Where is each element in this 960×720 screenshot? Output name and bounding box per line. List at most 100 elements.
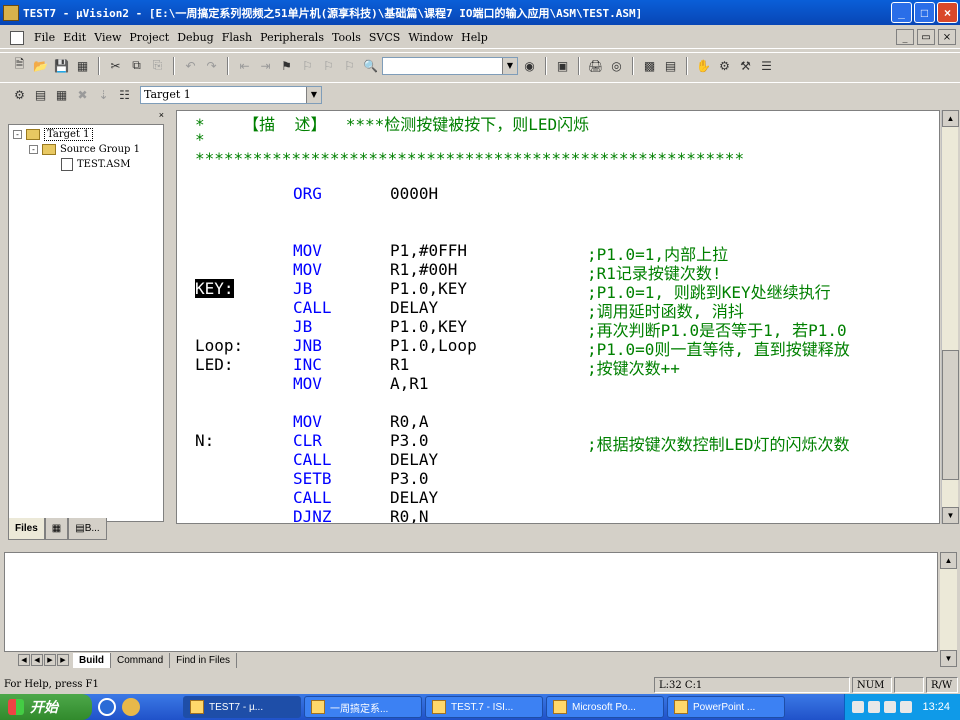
- code-operands: P1.0,KEY: [390, 317, 468, 336]
- menu-svcs[interactable]: SVCS: [365, 31, 404, 44]
- menu-file[interactable]: File: [30, 31, 59, 44]
- prev-tab-icon[interactable]: ◀: [31, 654, 43, 666]
- binoculars-icon[interactable]: ◉: [520, 56, 539, 75]
- tray-icon[interactable]: [884, 701, 897, 713]
- code-opcode: ORG: [293, 184, 322, 203]
- status-bar: For Help, press F1 L:32 C:1 NUM R/W: [0, 676, 960, 694]
- collapse-icon[interactable]: -: [13, 130, 22, 139]
- close-button[interactable]: ×: [937, 2, 958, 23]
- cut-icon[interactable]: ✂: [106, 56, 125, 75]
- bookmark-toggle-icon[interactable]: ⚑: [277, 56, 296, 75]
- rebuild-icon[interactable]: ▦: [52, 85, 71, 104]
- window-tile-icon[interactable]: ▩: [640, 56, 659, 75]
- task-folder[interactable]: 一周搞定系...: [304, 696, 422, 718]
- mdi-close-button[interactable]: ×: [938, 29, 956, 45]
- last-tab-icon[interactable]: ▶: [57, 654, 69, 666]
- paste-icon[interactable]: ⎘: [148, 56, 167, 75]
- tab-books[interactable]: ▤ B...: [68, 518, 107, 540]
- chevron-down-icon[interactable]: ▼: [306, 86, 321, 103]
- tab-find-in-files[interactable]: Find in Files: [170, 652, 238, 668]
- copy-icon[interactable]: ⧉: [127, 56, 146, 75]
- quicklaunch-2-icon[interactable]: [122, 698, 140, 716]
- first-tab-icon[interactable]: ◀: [18, 654, 30, 666]
- open-file-icon[interactable]: 📂: [31, 56, 50, 75]
- collapse-icon[interactable]: -: [29, 145, 38, 154]
- compile-icon[interactable]: ⚙: [10, 85, 29, 104]
- print-icon[interactable]: 🖨: [586, 56, 605, 75]
- window-cascade-icon[interactable]: ▤: [661, 56, 680, 75]
- menu-peripherals[interactable]: Peripherals: [256, 31, 328, 44]
- editor-vertical-scrollbar[interactable]: ▲ ▼: [941, 110, 959, 524]
- new-file-icon[interactable]: 🗎: [10, 56, 29, 75]
- task-uvision[interactable]: TEST7 - µ...: [183, 696, 301, 718]
- code-comment: ;再次判断P1.0是否等于1, 若P1.0: [587, 321, 847, 340]
- quicklaunch-1-icon[interactable]: [98, 698, 116, 716]
- minimize-button[interactable]: _: [891, 2, 912, 23]
- tray-icon[interactable]: [868, 701, 881, 713]
- menu-flash[interactable]: Flash: [218, 31, 256, 44]
- task-isis[interactable]: TEST.7 - ISI...: [425, 696, 543, 718]
- save-icon[interactable]: 💾: [52, 56, 71, 75]
- task-microsoft-po[interactable]: Microsoft Po...: [546, 696, 664, 718]
- download-icon[interactable]: ⇣: [94, 85, 113, 104]
- tree-item-target[interactable]: - Target 1: [13, 127, 159, 142]
- mdi-restore-button[interactable]: ▭: [917, 29, 935, 45]
- gear-icon[interactable]: ⚙: [715, 56, 734, 75]
- hand-icon[interactable]: ✋: [694, 56, 713, 75]
- output-vertical-scrollbar[interactable]: ▲ ▼: [940, 552, 957, 667]
- find-in-files-icon[interactable]: 🔍: [361, 56, 380, 75]
- tab-command[interactable]: Command: [111, 652, 171, 668]
- folder-icon: [311, 700, 325, 714]
- code-header-line1: * 【描 述】 ****检测按键被按下，则LED闪烁: [195, 115, 590, 134]
- powerpoint-icon: [553, 700, 567, 714]
- menu-project[interactable]: Project: [125, 31, 173, 44]
- bookmark-clear-icon[interactable]: ⚐: [340, 56, 359, 75]
- tab-build[interactable]: Build: [73, 652, 111, 668]
- menu-tools[interactable]: Tools: [328, 31, 365, 44]
- code-opcode: MOV: [293, 241, 322, 260]
- menu-window[interactable]: Window: [404, 31, 457, 44]
- code-operands: R1,#00H: [390, 260, 458, 279]
- source-browser-icon[interactable]: ▣: [553, 56, 572, 75]
- tools-icon[interactable]: ⚒: [736, 56, 755, 75]
- maximize-button[interactable]: □: [914, 2, 935, 23]
- build-icon[interactable]: ▤: [31, 85, 50, 104]
- find-combo[interactable]: ▼: [382, 56, 518, 75]
- scroll-down-icon[interactable]: ▼: [940, 650, 957, 667]
- debug-session-icon[interactable]: ◎: [607, 56, 626, 75]
- menu-debug[interactable]: Debug: [173, 31, 218, 44]
- target-select[interactable]: Target 1 ▼: [140, 85, 322, 104]
- start-button[interactable]: 开始: [0, 694, 92, 720]
- task-powerpoint[interactable]: PowerPoint ...: [667, 696, 785, 718]
- unindent-icon[interactable]: ⇥: [256, 56, 275, 75]
- options-icon[interactable]: ☷: [115, 85, 134, 104]
- mdi-minimize-button[interactable]: _: [896, 29, 914, 45]
- scroll-up-icon[interactable]: ▲: [942, 110, 959, 127]
- indent-icon[interactable]: ⇤: [235, 56, 254, 75]
- scroll-down-icon[interactable]: ▼: [942, 507, 959, 524]
- tray-icon[interactable]: [900, 701, 913, 713]
- undo-icon[interactable]: ↶: [181, 56, 200, 75]
- code-editor[interactable]: * 【描 述】 ****检测按键被按下，则LED闪烁 * ***********…: [176, 110, 940, 524]
- scroll-thumb[interactable]: [942, 350, 959, 480]
- bookmark-prev-icon[interactable]: ⚐: [298, 56, 317, 75]
- scroll-up-icon[interactable]: ▲: [940, 552, 957, 569]
- tab-regs[interactable]: ▦: [44, 518, 69, 540]
- menu-view[interactable]: View: [90, 31, 125, 44]
- tree-item-group[interactable]: - Source Group 1: [13, 142, 159, 157]
- code-header-line2: *: [195, 130, 205, 149]
- panel-close-icon[interactable]: ×: [159, 110, 164, 120]
- chevron-down-icon[interactable]: ▼: [502, 57, 517, 74]
- tray-icon[interactable]: [852, 701, 865, 713]
- tree-item-file[interactable]: TEST.ASM: [13, 157, 159, 172]
- redo-icon[interactable]: ↷: [202, 56, 221, 75]
- menu-edit[interactable]: Edit: [59, 31, 90, 44]
- tab-files[interactable]: Files: [8, 518, 45, 540]
- save-all-icon[interactable]: ▦: [73, 56, 92, 75]
- menu-help[interactable]: Help: [457, 31, 492, 44]
- stop-build-icon[interactable]: ✖: [73, 85, 92, 104]
- next-tab-icon[interactable]: ▶: [44, 654, 56, 666]
- output-window[interactable]: [4, 552, 938, 652]
- bookmark-next-icon[interactable]: ⚐: [319, 56, 338, 75]
- settings-icon[interactable]: ☰: [757, 56, 776, 75]
